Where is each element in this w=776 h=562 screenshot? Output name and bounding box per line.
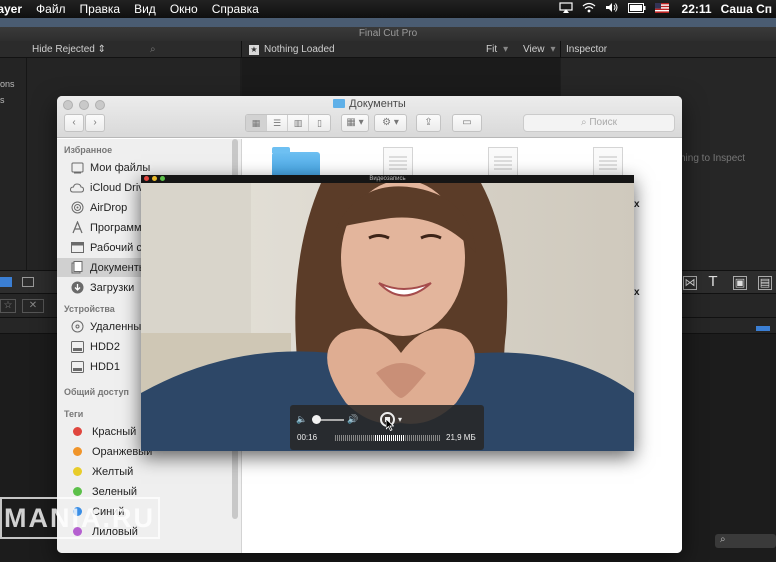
menu-app-name[interactable]: layer xyxy=(0,0,29,18)
themes-icon[interactable]: ▤ xyxy=(758,276,772,290)
cloud-icon xyxy=(70,181,84,194)
video-window-title: Видеозапись xyxy=(141,175,634,183)
inspector-label: Inspector xyxy=(566,44,608,55)
libraries-text-1: ons xyxy=(0,79,15,89)
video-zoom-button[interactable] xyxy=(160,176,165,181)
shared-header: Общий доступ xyxy=(64,387,129,397)
desktop-icon xyxy=(70,241,84,254)
folder-icon xyxy=(333,99,346,108)
star-icon: ★ xyxy=(249,44,259,55)
view-mode-switcher: ▦ ☰ ▥ ▯ xyxy=(245,114,331,132)
drive-icon xyxy=(70,360,84,373)
volume-high-icon[interactable]: 🔊 xyxy=(347,414,358,425)
menu-view[interactable]: Вид xyxy=(127,0,163,18)
orange-tag-icon xyxy=(73,447,82,456)
inspector-hint: ning to Inspect xyxy=(680,153,746,164)
drive-icon xyxy=(70,340,84,353)
remote-disc-icon xyxy=(70,320,84,333)
sidebar-tag-yellow[interactable]: Желтый xyxy=(57,462,232,481)
timeline-marker xyxy=(756,326,770,331)
menu-file[interactable]: Файл xyxy=(29,0,73,18)
reject-tool-icon[interactable]: ✕ xyxy=(22,299,44,313)
finder-titlebar: Документы ‹ › ▦ ☰ ▥ ▯ ▦ ▾ ⚙ ▾ ⇪ ▭ ⌕ Поис… xyxy=(57,96,682,138)
menu-help[interactable]: Справка xyxy=(205,0,266,18)
downloads-icon xyxy=(70,281,84,294)
airplay-icon[interactable] xyxy=(558,2,573,16)
tags-header: Теги xyxy=(64,409,84,419)
viewer-title: Nothing Loaded xyxy=(264,44,335,55)
action-gear-icon[interactable]: ⚙ ▾ xyxy=(374,114,407,132)
tags-button[interactable]: ▭ xyxy=(452,114,482,132)
volume-icon[interactable] xyxy=(605,2,619,16)
clock[interactable]: 22:11 xyxy=(682,2,712,16)
search-input[interactable]: ⌕ Поиск xyxy=(523,114,675,132)
titles-icon[interactable]: T xyxy=(706,274,720,290)
arrange-button[interactable]: ▦ ▾ xyxy=(341,114,369,132)
recording-controls-hud: 🔈 🔊 ▾ 00:16 21,9 МБ xyxy=(290,405,484,450)
wifi-icon[interactable] xyxy=(582,2,596,16)
menu-edit[interactable]: Правка xyxy=(73,0,128,18)
back-button[interactable]: ‹ xyxy=(64,114,84,132)
favorites-header: Избранное xyxy=(64,145,113,155)
volume-slider-knob[interactable] xyxy=(312,415,321,424)
green-tag-icon xyxy=(73,487,82,496)
volume-low-icon[interactable]: 🔈 xyxy=(296,414,307,425)
file-name-fragment[interactable]: x xyxy=(634,287,640,298)
finder-title: Документы xyxy=(57,98,682,110)
file-name-fragment[interactable]: x xyxy=(634,199,640,210)
all-files-icon xyxy=(70,161,84,174)
documents-icon xyxy=(70,261,84,274)
menu-window[interactable]: Окно xyxy=(163,0,205,18)
column-view-icon[interactable]: ▥ xyxy=(288,115,309,131)
libraries-text-2: s xyxy=(0,95,5,105)
airdrop-icon xyxy=(70,201,84,214)
battery-icon[interactable] xyxy=(627,2,646,16)
devices-header: Устройства xyxy=(64,304,115,314)
icon-view-icon[interactable]: ▦ xyxy=(246,115,267,131)
audio-level-meter xyxy=(335,435,441,441)
share-icon[interactable]: ⇪ xyxy=(416,114,441,132)
video-minimize-button[interactable] xyxy=(152,176,157,181)
mouse-cursor-icon xyxy=(386,419,394,431)
browser-filter[interactable]: Hide Rejected ⇕ xyxy=(32,41,106,58)
video-recording-window: Видеозапись 🔈 🔊 ▾ 00:16 21,9 МБ xyxy=(141,175,634,451)
fcp-window-title: Final Cut Pro xyxy=(0,27,776,41)
user-name[interactable]: Саша Сп xyxy=(721,2,772,16)
file-size: 21,9 МБ xyxy=(446,433,476,442)
red-tag-icon xyxy=(73,427,82,436)
zoom-control[interactable]: ⌕ xyxy=(715,534,776,548)
view-dropdown[interactable]: View ▾ xyxy=(523,41,556,58)
generators-icon[interactable]: ▣ xyxy=(733,276,747,290)
video-close-button[interactable] xyxy=(144,176,149,181)
forward-button[interactable]: › xyxy=(85,114,105,132)
options-chevron-down-icon[interactable]: ▾ xyxy=(398,415,402,424)
applications-icon xyxy=(70,221,84,234)
watermark-logo: MANIA.RU xyxy=(0,497,160,539)
yellow-tag-icon xyxy=(73,467,82,476)
list-view-icon[interactable]: ☰ xyxy=(267,115,288,131)
browser-search-icon[interactable]: ⌕ xyxy=(150,41,156,58)
coverflow-view-icon[interactable]: ▯ xyxy=(309,115,330,131)
star-tool-icon[interactable]: ☆ xyxy=(0,299,16,313)
menu-bar: layer Файл Правка Вид Окно Справка 22:11… xyxy=(0,0,776,18)
transitions-icon[interactable]: ⋈ xyxy=(683,276,697,290)
flag-icon[interactable] xyxy=(654,2,669,16)
zoom-icon[interactable]: ⌕ xyxy=(720,534,726,545)
elapsed-time: 00:16 xyxy=(297,433,318,442)
fit-dropdown[interactable]: Fit ▾ xyxy=(486,41,508,58)
fcp-toolbar: Hide Rejected ⇕ ⌕ ★ Nothing Loaded Fit ▾ … xyxy=(0,41,776,58)
blue-tool-icon[interactable] xyxy=(0,277,12,287)
layout-icon[interactable] xyxy=(22,277,34,287)
desktop-strip xyxy=(0,18,776,27)
